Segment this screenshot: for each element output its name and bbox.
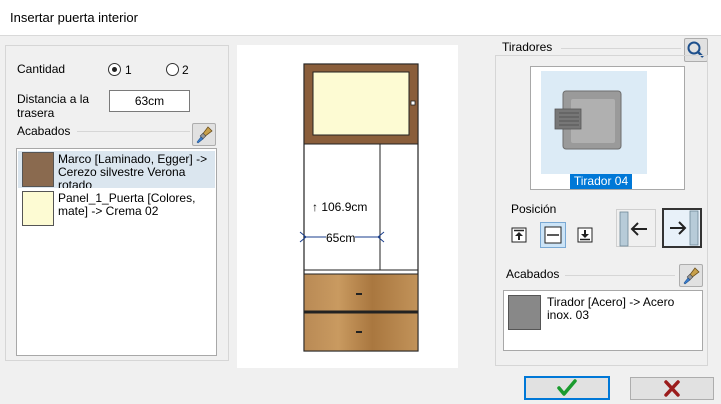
position-bottom-button[interactable] <box>576 226 594 244</box>
tirador-acabados-list[interactable]: Tirador [Acero] -> Acero inox. 03 <box>503 290 703 351</box>
tirador-image <box>554 90 622 150</box>
align-middle-icon <box>544 226 562 244</box>
x-icon <box>664 380 680 397</box>
acabados-list[interactable]: Marco [Laminado, Egger] -> Cerezo silves… <box>16 148 217 356</box>
cantidad-option-2-label[interactable]: 2 <box>182 63 189 77</box>
tirador-acabados-item[interactable]: Tirador [Acero] -> Acero inox. 03 <box>505 294 701 331</box>
arrow-up-icon <box>511 227 527 243</box>
tirador-image-frame <box>541 71 647 174</box>
arrow-left-icon <box>619 211 647 247</box>
cantidad-radio-2[interactable] <box>166 63 179 76</box>
marco-swatch <box>22 152 54 187</box>
tiradores-label: Tiradores <box>502 40 553 54</box>
panel-swatch <box>22 191 54 226</box>
acabados-item-text: Marco [Laminado, Egger] -> Cerezo silves… <box>58 153 208 188</box>
tirador-acabados-label: Acabados <box>506 267 560 281</box>
door-preview: ↑ 106.9cm 65cm <box>237 45 458 368</box>
tiradores-divider <box>561 48 681 49</box>
tirador-name-label: Tirador 04 <box>570 174 632 189</box>
height-dimension-label: ↑ 106.9cm <box>312 200 368 214</box>
cancel-button[interactable] <box>630 377 714 400</box>
ok-button[interactable] <box>524 376 610 400</box>
checkmark-icon <box>557 379 577 396</box>
position-middle-button[interactable] <box>540 222 566 248</box>
acabados-list-item[interactable]: Panel_1_Puerta [Colores, mate] -> Crema … <box>18 190 215 227</box>
acabados-label: Acabados <box>17 124 71 138</box>
cantidad-label: Cantidad <box>17 62 66 76</box>
acabados-item-text: Panel_1_Puerta [Colores, mate] -> Crema … <box>58 191 196 218</box>
width-dimension-label: 65cm <box>326 231 356 245</box>
tirador-acabados-divider <box>565 275 675 276</box>
distancia-label-line2: trasera <box>17 106 55 120</box>
acabados-list-item[interactable]: Marco [Laminado, Egger] -> Cerezo silves… <box>18 151 215 188</box>
arrow-down-icon <box>577 227 593 243</box>
paintbrush-icon <box>196 126 213 144</box>
distancia-label: Distancia a la <box>17 92 90 106</box>
title-bar: Insertar puerta interior <box>0 0 721 36</box>
acero-swatch <box>508 295 541 330</box>
acabados-paint-button[interactable] <box>192 123 216 146</box>
tirador-acabados-paint-button[interactable] <box>679 264 703 287</box>
position-right-button[interactable] <box>662 208 702 248</box>
acabados-divider <box>77 131 190 132</box>
paintbrush-icon <box>683 267 700 285</box>
cantidad-option-1-label[interactable]: 1 <box>125 63 132 77</box>
distancia-input[interactable]: 63cm <box>109 90 190 112</box>
tirador-preview-box[interactable]: Tirador 04 <box>530 66 685 190</box>
position-left-button[interactable] <box>616 209 656 247</box>
cantidad-radio-1[interactable] <box>108 63 121 76</box>
position-top-button[interactable] <box>510 226 528 244</box>
arrow-right-icon <box>670 210 699 246</box>
window-title: Insertar puerta interior <box>10 10 138 25</box>
tirador-acabados-item-text: Tirador [Acero] -> Acero inox. 03 <box>547 295 675 322</box>
posicion-label: Posición <box>511 202 557 216</box>
